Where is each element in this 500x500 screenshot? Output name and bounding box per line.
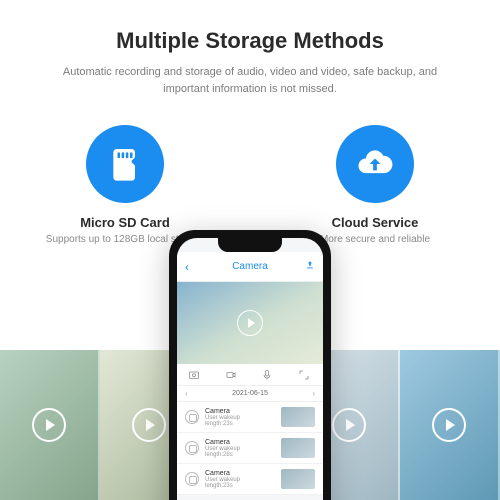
event-line3: length:23s bbox=[205, 421, 275, 427]
event-thumbnail bbox=[281, 438, 315, 458]
storage-methods-page: Multiple Storage Methods Automatic recor… bbox=[0, 0, 500, 500]
mic-icon[interactable] bbox=[261, 368, 275, 382]
app-header: ‹ Camera bbox=[177, 252, 323, 282]
hero-section: Multiple Storage Methods Automatic recor… bbox=[0, 0, 500, 500]
play-icon[interactable] bbox=[237, 310, 263, 336]
event-thumbnail bbox=[281, 407, 315, 427]
event-title: Camera bbox=[205, 470, 275, 477]
feature-cloud-desc: More secure and reliable bbox=[320, 234, 430, 245]
sd-card-icon bbox=[86, 125, 164, 203]
play-icon bbox=[32, 408, 66, 442]
event-type-icon bbox=[185, 472, 199, 486]
event-line3: length:23s bbox=[205, 483, 275, 489]
chevron-left-icon[interactable]: ‹ bbox=[185, 389, 188, 398]
expand-icon[interactable] bbox=[298, 368, 312, 382]
back-icon[interactable]: ‹ bbox=[185, 260, 189, 274]
list-item[interactable]: Camera User wakeup length:28s bbox=[177, 433, 323, 464]
microsd-icon bbox=[105, 144, 145, 184]
snapshot-icon[interactable] bbox=[188, 368, 202, 382]
bg-thumb-1 bbox=[0, 350, 100, 500]
play-icon bbox=[332, 408, 366, 442]
video-controls bbox=[177, 364, 323, 386]
list-item[interactable]: Camera User wakeup length:23s bbox=[177, 402, 323, 433]
cloud-icon-circle bbox=[336, 125, 414, 203]
chevron-right-icon[interactable]: › bbox=[312, 389, 315, 398]
feature-row: Micro SD Card Supports up to 128GB local… bbox=[0, 125, 500, 245]
feature-sd-card: Micro SD Card Supports up to 128GB local… bbox=[45, 125, 205, 245]
live-video-preview[interactable] bbox=[177, 282, 323, 364]
feature-cloud-title: Cloud Service bbox=[332, 215, 419, 230]
phone-mockup: ‹ Camera ‹ 2021-06-15 bbox=[169, 230, 331, 500]
event-list: Camera User wakeup length:23s Camera Use… bbox=[177, 402, 323, 495]
share-icon[interactable] bbox=[305, 260, 315, 273]
event-title: Camera bbox=[205, 439, 275, 446]
play-icon bbox=[432, 408, 466, 442]
event-type-icon bbox=[185, 441, 199, 455]
feature-sd-title: Micro SD Card bbox=[80, 215, 170, 230]
app-title: Camera bbox=[232, 261, 268, 272]
list-item[interactable]: Camera User wakeup length:23s bbox=[177, 464, 323, 495]
phone-notch bbox=[218, 238, 282, 252]
event-title: Camera bbox=[205, 408, 275, 415]
event-line3: length:28s bbox=[205, 452, 275, 458]
feature-cloud: Cloud Service More secure and reliable bbox=[295, 125, 455, 245]
date-label: 2021-06-15 bbox=[232, 390, 268, 397]
bg-thumb-5 bbox=[400, 350, 500, 500]
play-icon bbox=[132, 408, 166, 442]
record-icon[interactable] bbox=[225, 368, 239, 382]
cloud-upload-icon bbox=[353, 142, 397, 186]
event-type-icon bbox=[185, 410, 199, 424]
event-thumbnail bbox=[281, 469, 315, 489]
page-subtitle: Automatic recording and storage of audio… bbox=[60, 64, 440, 97]
phone-screen: ‹ Camera ‹ 2021-06-15 bbox=[177, 238, 323, 500]
page-title: Multiple Storage Methods bbox=[0, 0, 500, 54]
date-bar[interactable]: ‹ 2021-06-15 › bbox=[177, 386, 323, 402]
